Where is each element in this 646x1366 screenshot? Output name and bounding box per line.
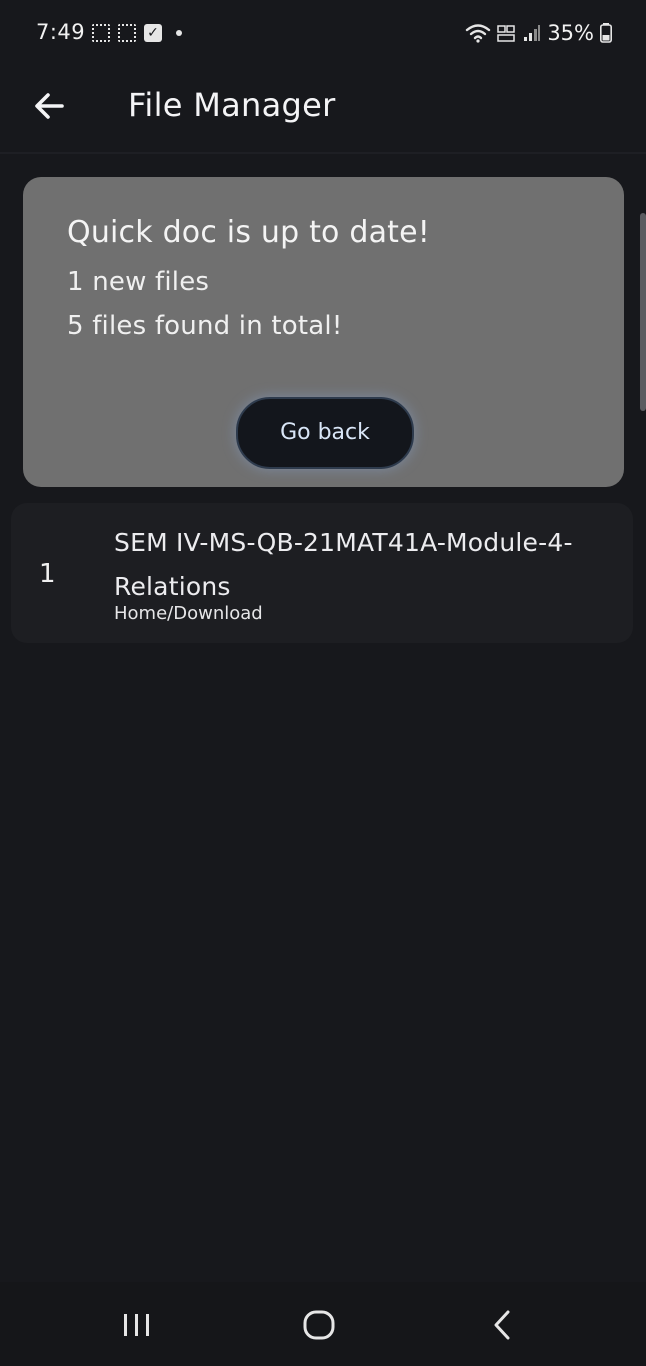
file-name: SEM IV-MS-QB-21MAT41A-Module-4-Relations xyxy=(114,528,573,601)
total-files-count: 5 files found in total! xyxy=(67,311,343,341)
home-icon[interactable] xyxy=(298,1306,342,1346)
status-bar: 7:49 ✓ 35% xyxy=(0,0,646,66)
scrollbar[interactable] xyxy=(640,213,646,411)
battery-icon xyxy=(600,23,612,43)
signal-icon xyxy=(523,24,541,42)
status-time: 7:49 xyxy=(36,20,86,44)
go-back-button[interactable]: Go back xyxy=(236,397,414,469)
update-summary-card: Quick doc is up to date! 1 new files 5 f… xyxy=(23,177,624,487)
back-icon[interactable] xyxy=(480,1306,524,1346)
arrow-left-icon[interactable] xyxy=(30,86,70,126)
recents-icon[interactable] xyxy=(115,1306,159,1346)
system-nav-bar xyxy=(0,1282,646,1366)
summary-heading: Quick doc is up to date! xyxy=(67,215,431,250)
status-right-icons: 35% xyxy=(465,20,612,46)
file-index: 1 xyxy=(39,559,56,589)
file-path: Home/Download xyxy=(114,603,263,624)
wifi-icon xyxy=(465,23,491,43)
new-files-count: 1 new files xyxy=(67,267,210,297)
status-left-icons: ✓ xyxy=(92,22,182,44)
battery-percent: 35% xyxy=(547,21,594,45)
volte-icon xyxy=(497,23,517,43)
screenshot-icon xyxy=(92,24,110,42)
checkbox-icon: ✓ xyxy=(144,24,162,42)
app-bar: File Manager xyxy=(0,66,646,154)
page-title: File Manager xyxy=(128,86,336,124)
notification-dot-icon xyxy=(176,30,182,36)
screenshot-icon xyxy=(118,24,136,42)
file-list-item[interactable]: 1 SEM IV-MS-QB-21MAT41A-Module-4-Relatio… xyxy=(11,503,633,643)
